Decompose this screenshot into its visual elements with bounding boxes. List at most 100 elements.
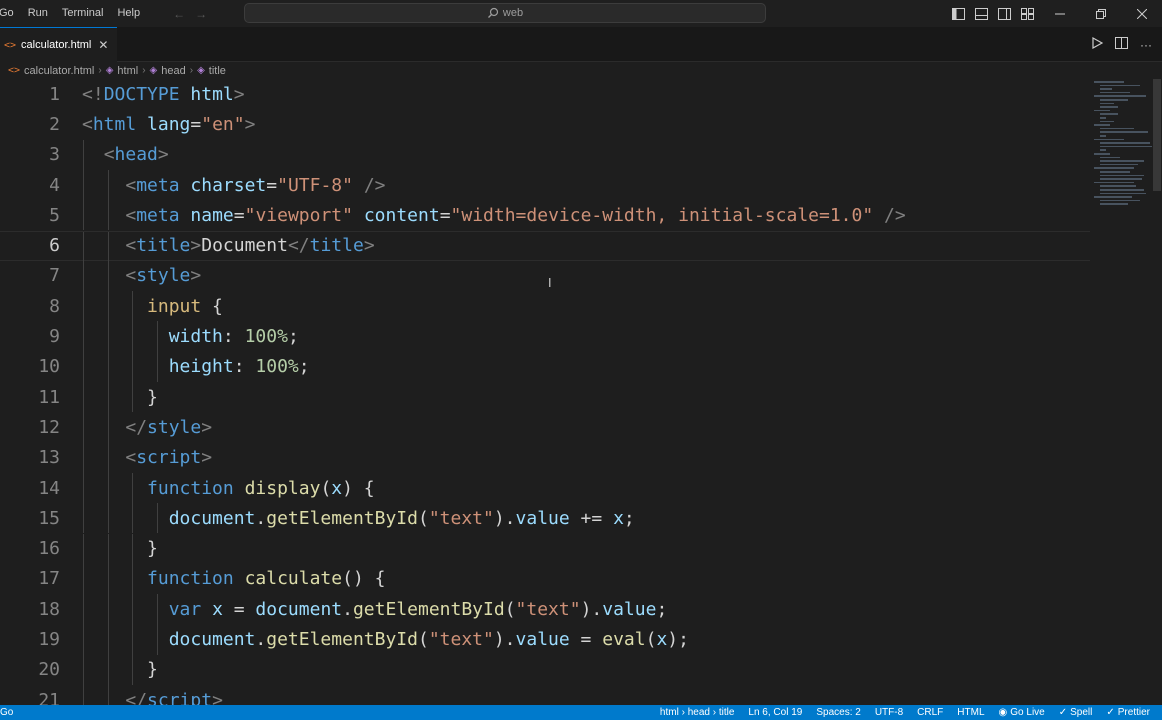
code-line[interactable]: 4 <meta charset="UTF-8" /> (0, 169, 1090, 201)
indent-guide (83, 260, 84, 292)
indent-guide (107, 533, 109, 564)
status-go-live[interactable]: ◉ Go Live (999, 707, 1045, 718)
indent-guide (132, 291, 134, 322)
code-line[interactable]: 6 <title>Document</title> (0, 230, 1090, 262)
code-token: head (114, 144, 158, 166)
status-eol[interactable]: CRLF (917, 707, 943, 718)
indent-guide (107, 594, 109, 625)
menu-go[interactable]: Go (0, 0, 21, 27)
code-line[interactable]: 8 input { (0, 291, 1090, 322)
menu-terminal[interactable]: Terminal (55, 0, 111, 27)
close-window-button[interactable] (1121, 0, 1162, 27)
indent-guide (132, 321, 134, 352)
status-go[interactable]: Go (0, 707, 13, 718)
close-icon (1136, 8, 1147, 19)
html-file-icon: <> (8, 65, 21, 76)
code-token: /> (363, 174, 386, 196)
breadcrumb-html[interactable]: ◈ html (106, 65, 138, 77)
code-line[interactable]: 17 function calculate() { (0, 563, 1090, 595)
code-token: getElementById (266, 629, 418, 651)
minimap-line (1100, 156, 1120, 159)
vertical-scrollbar[interactable] (1152, 79, 1162, 705)
code-line[interactable]: 2 <html lang="en"> (0, 109, 1090, 139)
minimize-button[interactable] (1039, 0, 1080, 27)
customize-layout-icon[interactable] (1016, 0, 1039, 27)
breadcrumb-file[interactable]: <> calculator.html (8, 65, 94, 77)
indent-guide (156, 321, 158, 352)
run-icon[interactable] (1092, 36, 1104, 52)
status-language[interactable]: HTML (957, 707, 984, 718)
forward-arrow-icon[interactable]: → (195, 7, 207, 21)
indent-guide (83, 169, 84, 201)
code-text: } (82, 538, 158, 559)
code-token: value (602, 598, 657, 620)
menu-run[interactable]: Run (21, 0, 55, 27)
code-line[interactable]: 10 height: 100%; (0, 351, 1090, 382)
toggle-secondary-sidebar-icon[interactable] (993, 0, 1016, 27)
text-cursor-icon: I (548, 276, 552, 290)
code-line[interactable]: 9 width: 100%; (0, 321, 1090, 352)
code-line[interactable]: 14 function display(x) { (0, 472, 1090, 504)
line-number: 14 (38, 477, 60, 499)
code-line[interactable]: 1 <!DOCTYPE html> (0, 79, 1090, 109)
tab-calculator-html[interactable]: <> calculator.html ✕ (0, 27, 117, 62)
code-token: ). (580, 598, 603, 620)
code-line[interactable]: 15 document.getElementById("text").value… (0, 503, 1090, 534)
status-cursor-position[interactable]: Ln 6, Col 19 (748, 707, 802, 718)
code-token: > (201, 447, 213, 469)
code-token: </ (125, 416, 148, 438)
minimap-line (1094, 138, 1124, 141)
status-encoding[interactable]: UTF-8 (875, 707, 903, 718)
tab-close-icon[interactable]: ✕ (98, 38, 108, 52)
menu-help[interactable]: Help (110, 0, 147, 27)
command-center-search[interactable]: web (244, 3, 766, 23)
code-token: meta (136, 174, 180, 196)
back-arrow-icon[interactable]: ← (173, 7, 185, 21)
minimap[interactable] (1090, 79, 1152, 229)
code-line[interactable]: 3 <head> (0, 139, 1090, 170)
line-number: 1 (49, 83, 60, 105)
status-spell[interactable]: ✓ Spell (1059, 707, 1093, 718)
maximize-button[interactable] (1080, 0, 1121, 27)
code-token: input (147, 295, 202, 317)
code-line[interactable]: 18 var x = document.getElementById("text… (0, 594, 1090, 625)
toggle-sidebar-icon[interactable] (947, 0, 970, 27)
minimap-line (1100, 185, 1136, 187)
status-path[interactable]: html › head › title (660, 707, 734, 718)
toggle-panel-icon[interactable] (970, 0, 993, 27)
status-prettier[interactable]: ✓ Prettier (1106, 707, 1150, 718)
title-controls (947, 0, 1162, 27)
more-actions-icon[interactable]: ··· (1140, 38, 1152, 52)
status-indentation[interactable]: Spaces: 2 (816, 707, 860, 718)
code-token: "UTF-8" (277, 174, 353, 196)
indent-guide (107, 442, 109, 473)
code-line[interactable]: 16 } (0, 533, 1090, 564)
code-line[interactable]: 21 </script> (0, 685, 1090, 705)
spell-label: Spell (1070, 707, 1093, 718)
code-text: document.getElementById("text").value = … (82, 629, 689, 650)
breadcrumb-head[interactable]: ◈ head (150, 65, 186, 77)
code-line[interactable]: 12 </style> (0, 412, 1090, 443)
code-line[interactable]: 11 } (0, 382, 1090, 413)
code-line[interactable]: 5 <meta name="viewport" content="width=d… (0, 200, 1090, 231)
code-line[interactable]: 7 <style> (0, 260, 1090, 292)
minimap-line (1100, 142, 1150, 144)
code-token: += (569, 507, 614, 529)
code-text: height: 100%; (82, 356, 310, 377)
minimap-line (1094, 124, 1110, 126)
code-token: name (190, 204, 234, 226)
code-line[interactable]: 13 <script> (0, 442, 1090, 473)
code-line[interactable]: 20 } (0, 654, 1090, 685)
code-token: ( (417, 507, 429, 529)
code-token: : (233, 356, 256, 378)
code-token: = (222, 598, 256, 620)
code-line[interactable]: 19 document.getElementById("text").value… (0, 624, 1090, 655)
breadcrumb-title[interactable]: ◈ title (197, 65, 226, 77)
split-editor-icon[interactable] (1115, 37, 1128, 52)
scrollbar-thumb[interactable] (1153, 79, 1161, 191)
code-editor[interactable]: 1 <!DOCTYPE html> 2 <html lang="en"> 3 <head… (0, 79, 1162, 705)
